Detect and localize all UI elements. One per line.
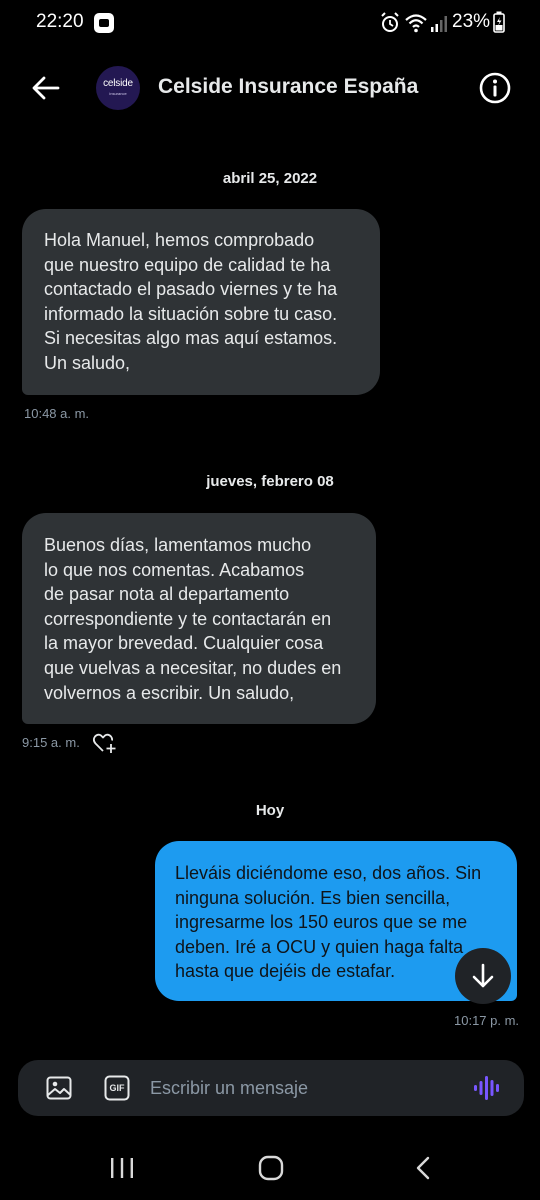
message-bubble-incoming[interactable]: Hola Manuel, hemos comprobado que nuestr…	[22, 209, 380, 395]
message-line: Lleváis diciéndome eso, dos años. Sin	[175, 863, 482, 883]
message-line: que nuestro equipo de calidad te ha	[44, 254, 331, 275]
message-bubble-incoming[interactable]: Buenos días, lamentamos mucho lo que nos…	[22, 513, 376, 724]
date-separator: abril 25, 2022	[222, 170, 318, 187]
message-composer: GIF	[18, 1060, 524, 1116]
battery-percent: 23%	[452, 11, 491, 32]
battery-charging-icon	[493, 11, 505, 33]
system-nav-bar	[0, 1140, 540, 1200]
message-line: la mayor brevedad. Cualquier cosa	[44, 633, 324, 654]
gif-button[interactable]: GIF	[104, 1075, 130, 1101]
message-line: ninguna solución. Es bien sencilla,	[175, 887, 451, 908]
avatar[interactable]: celside insurance	[96, 66, 140, 110]
message-line: contactado el pasado viernes y te ha	[44, 279, 338, 300]
recent-apps-icon[interactable]	[108, 1155, 136, 1181]
avatar-logo-subtext: insurance	[109, 91, 127, 96]
info-icon[interactable]	[478, 71, 512, 105]
message-line: que vuelvas a necesitar, no dudes en	[44, 657, 342, 678]
avatar-logo-text: celside	[103, 78, 133, 89]
message-line: volvernos a escribir. Un saludo,	[44, 682, 295, 703]
image-icon[interactable]	[46, 1076, 72, 1100]
message-line: ingresarme los 150 euros que se me	[175, 912, 468, 933]
scroll-to-bottom-button[interactable]	[455, 948, 511, 1004]
signal-icon	[431, 16, 447, 32]
conversation-header: celside insurance Celside Insurance Espa…	[0, 58, 540, 120]
message-line: hasta que dejéis de estafar.	[175, 961, 396, 982]
gif-label: GIF	[109, 1083, 125, 1093]
message-line: de pasar nota al departamento	[44, 584, 290, 605]
message-line: informado la situación sobre tu caso.	[44, 303, 338, 324]
date-separator: jueves, febrero 08	[206, 473, 334, 490]
message-line: deben. Iré a OCU y quien haga falta	[175, 936, 464, 957]
notification-app-icon	[94, 13, 114, 33]
message-line: lo que nos comentas. Acabamos	[44, 559, 305, 580]
message-line: correspondiente y te contactarán en	[44, 608, 332, 629]
date-separator: Hoy	[255, 802, 285, 819]
back-icon[interactable]	[414, 1155, 432, 1181]
back-arrow-icon[interactable]	[28, 70, 64, 106]
arrow-down-icon	[472, 963, 494, 988]
message-timestamp: 10:17 p. m.	[454, 1013, 520, 1028]
message-input[interactable]	[150, 1074, 450, 1102]
message-timestamp: 9:15 a. m.	[22, 735, 80, 750]
status-time: 22:20	[36, 11, 84, 32]
wifi-icon	[405, 14, 427, 33]
voice-wave-icon[interactable]	[473, 1074, 503, 1102]
conversation-title[interactable]: Celside Insurance España	[158, 75, 418, 99]
alarm-icon	[381, 12, 399, 32]
message-line: Si necesitas algo mas aquí estamos.	[44, 328, 338, 349]
message-line: Hola Manuel, hemos comprobado	[44, 230, 315, 250]
message-line: Un saludo,	[44, 352, 131, 373]
message-line: Buenos días, lamentamos mucho	[44, 535, 312, 555]
message-timestamp: 10:48 a. m.	[24, 406, 90, 421]
add-reaction-icon[interactable]	[92, 732, 118, 754]
home-icon[interactable]	[258, 1155, 284, 1181]
status-bar: 22:20 23%	[0, 0, 540, 46]
